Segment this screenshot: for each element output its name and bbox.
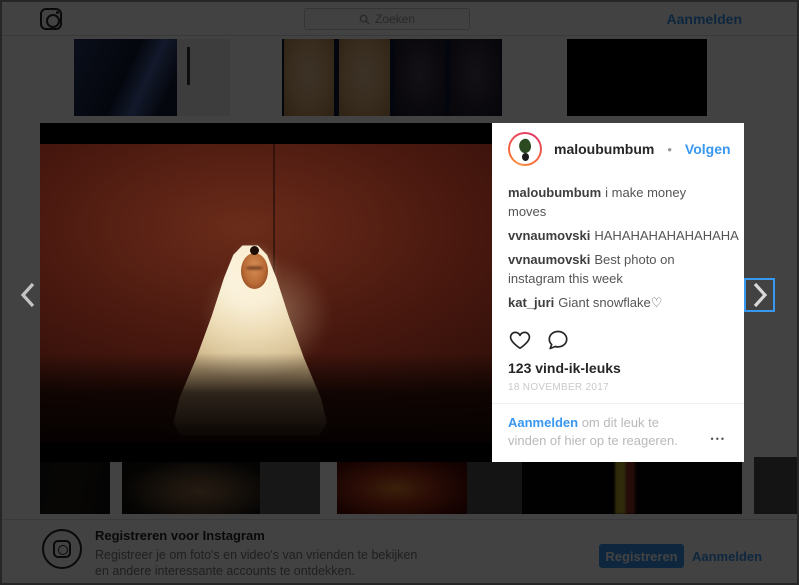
comment-text: Giant snowflake♡ (558, 295, 663, 310)
likes-count[interactable]: 123 vind-ik-leuks (508, 360, 728, 376)
post-header: maloubumbum • Volgen (492, 123, 744, 175)
chevron-right-icon (753, 282, 767, 308)
comment-row: vvnaumovski HAHAHAHAHAHAHAHA (508, 226, 739, 245)
post-username[interactable]: maloubumbum (554, 141, 654, 157)
instagram-lightbox-page: Zoeken Aanmelden Registreren voor Instag… (0, 0, 799, 585)
photo-scene (40, 144, 492, 442)
comment-signin-prompt: Aanmelden om dit leuk te vinden of hier … (492, 403, 744, 462)
post-actions: 123 vind-ik-leuks 18 november 2017 (492, 328, 744, 403)
like-heart-icon[interactable] (508, 328, 532, 352)
next-post-arrow[interactable] (744, 278, 775, 312)
comment-bubble-icon[interactable] (546, 328, 570, 352)
comment-username[interactable]: vvnaumovski (508, 228, 590, 243)
comment-text: HAHAHAHAHAHAHAHA (594, 228, 739, 243)
post-sidebar: maloubumbum • Volgen maloubumbum i make m… (492, 123, 744, 462)
post-timestamp: 18 november 2017 (508, 382, 609, 393)
figure-face (241, 245, 269, 289)
previous-post-arrow[interactable] (14, 278, 42, 312)
comment-row: vvnaumovski Best photo on instagram this … (508, 250, 714, 288)
prompt-signin-link[interactable]: Aanmelden (508, 415, 578, 430)
chevron-left-icon (20, 282, 35, 308)
more-options-icon[interactable]: ••• (711, 434, 726, 444)
comments-list: maloubumbum i make money moves vvnaumovsk… (492, 175, 744, 328)
post-photo (40, 123, 492, 462)
comment-username[interactable]: maloubumbum (508, 185, 601, 200)
comment-username[interactable]: vvnaumovski (508, 252, 590, 267)
follow-button[interactable]: Volgen (685, 141, 731, 157)
comment-row: maloubumbum i make money moves (508, 183, 714, 221)
separator-dot: • (667, 141, 672, 157)
post-modal: maloubumbum • Volgen maloubumbum i make m… (40, 123, 744, 462)
avatar[interactable] (508, 132, 542, 166)
comment-username[interactable]: kat_juri (508, 295, 554, 310)
comment-row: kat_juri Giant snowflake♡ (508, 293, 714, 312)
